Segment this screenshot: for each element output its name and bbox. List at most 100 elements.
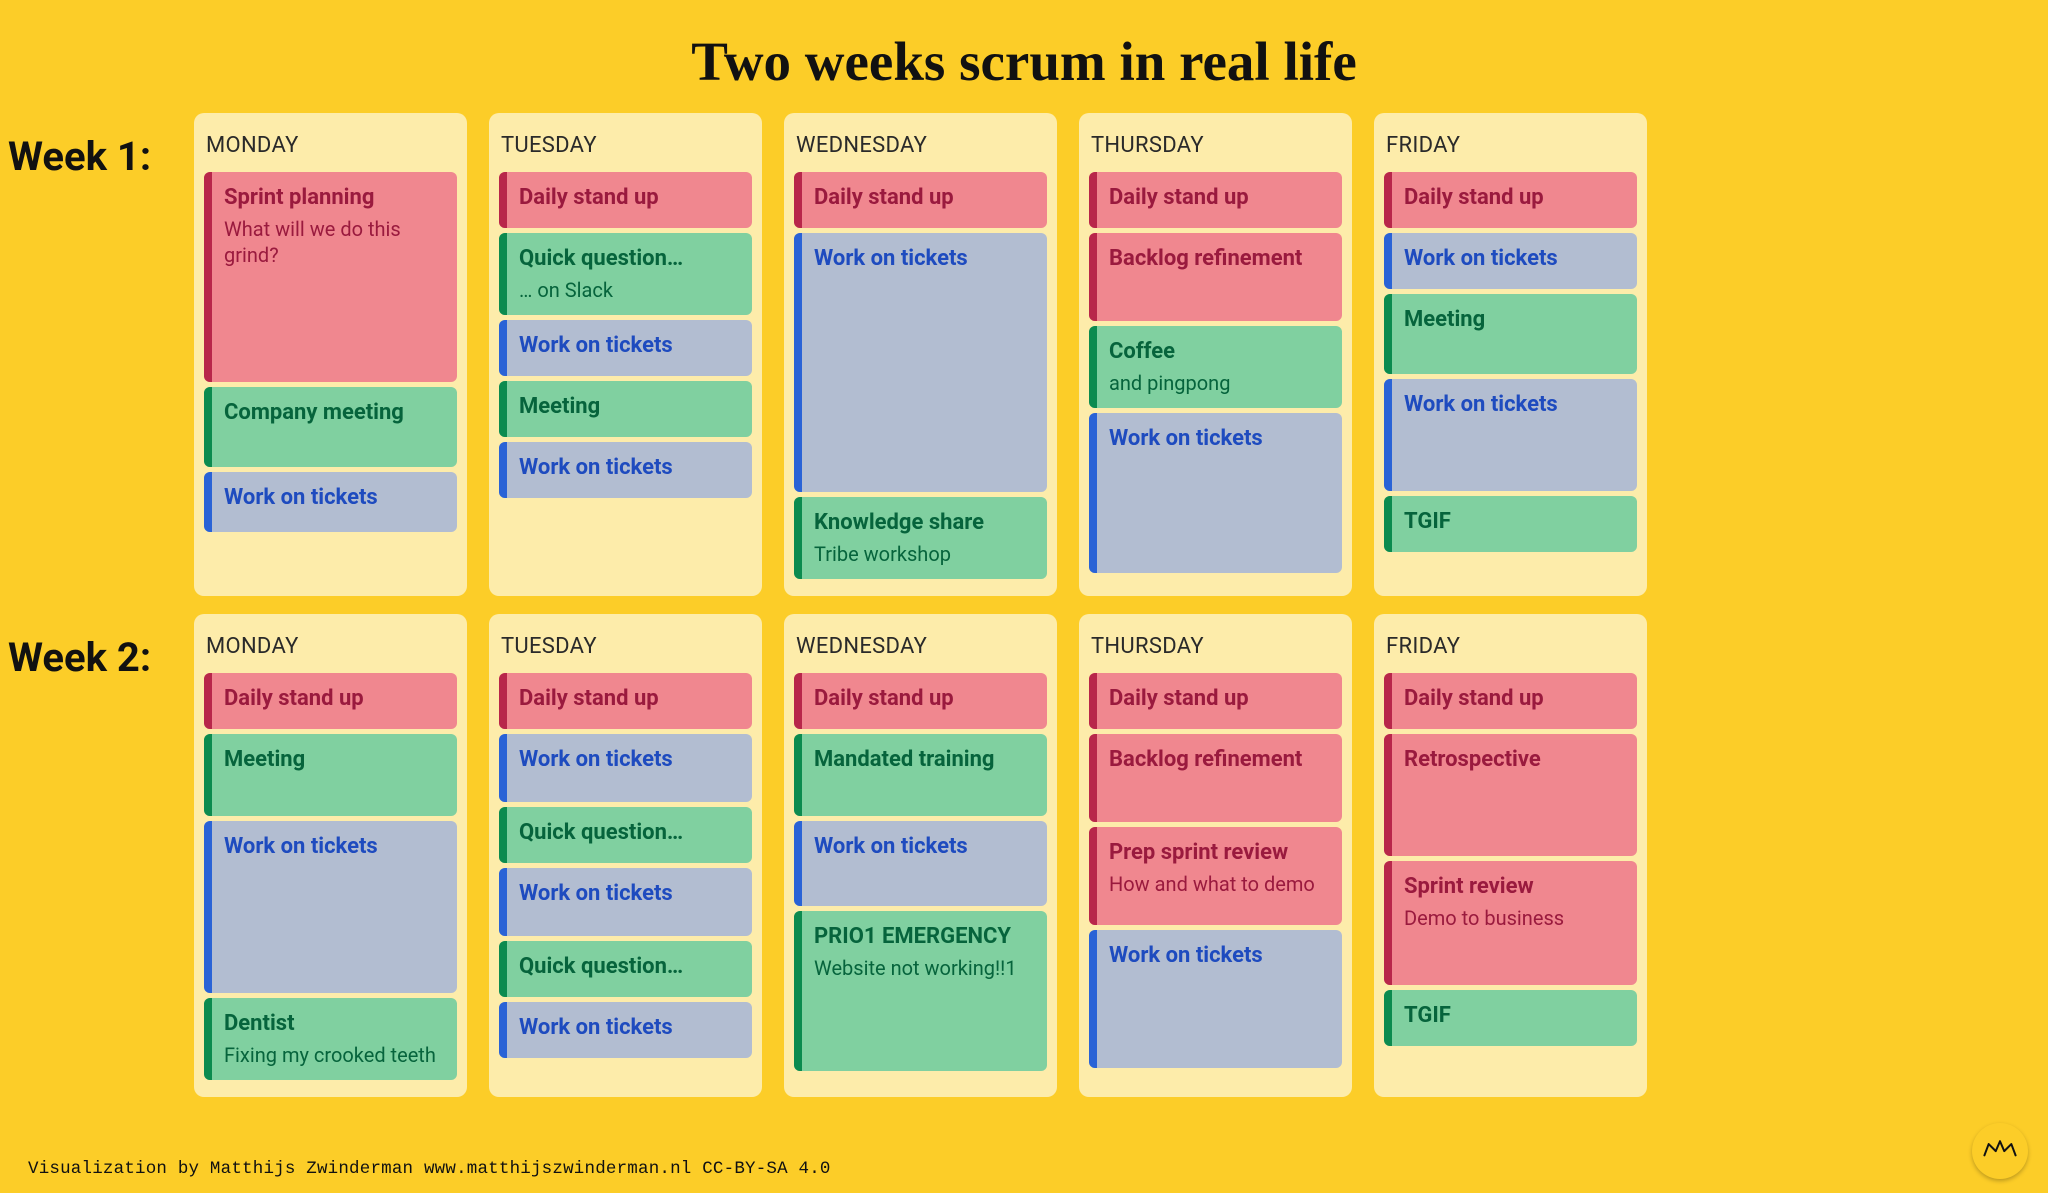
card-accent [794, 911, 802, 1071]
card-title: Prep sprint review [1109, 839, 1330, 867]
card-title: Work on tickets [519, 332, 740, 360]
week-row: Week 1:MONDAYSprint planningWhat will we… [194, 113, 1934, 596]
card-title: Daily stand up [224, 685, 445, 713]
calendar-card: Work on tickets [794, 821, 1047, 906]
card-accent [1384, 861, 1392, 985]
card-title: Backlog refinement [1109, 746, 1330, 774]
card-accent [794, 497, 802, 579]
card-title: Retrospective [1404, 746, 1625, 774]
card-title: TGIF [1404, 1002, 1625, 1030]
card-title: Work on tickets [1404, 245, 1625, 273]
card-accent [1089, 734, 1097, 822]
card-accent [1384, 673, 1392, 729]
day-column: THURSDAY Daily stand up Backlog refinement… [1079, 614, 1352, 1097]
week-row: Week 2:MONDAYDaily stand upMeetingWork o… [194, 614, 1934, 1097]
day-column: MONDAYSprint planningWhat will we do thi… [194, 113, 467, 596]
card-accent [204, 387, 212, 467]
day-column: WEDNESDAYDaily stand upWork on ticketsKn… [784, 113, 1057, 596]
card-accent [1089, 413, 1097, 573]
calendar-card: Quick question… [499, 807, 752, 863]
calendar-card: Daily stand up [1089, 673, 1342, 729]
card-accent [204, 472, 212, 532]
day-column: MONDAY Daily stand up Meeting Work on ticke… [194, 614, 467, 1097]
calendar-card: Coffeeand pingpong [1089, 326, 1342, 408]
card-accent [794, 734, 802, 816]
calendar-card: Daily stand up [794, 673, 1047, 729]
card-title: Daily stand up [1109, 685, 1330, 713]
calendar-card: Work on tickets [204, 821, 457, 993]
card-subtitle: Demo to business [1404, 905, 1625, 931]
card-accent [1384, 496, 1392, 552]
day-header: MONDAY [204, 123, 457, 172]
card-accent [499, 734, 507, 802]
day-column: FRIDAYDaily stand upRetrospectiveSprint … [1374, 614, 1647, 1097]
card-title: Quick question… [519, 245, 740, 273]
card-accent [499, 868, 507, 936]
card-accent [499, 941, 507, 997]
calendar-card: Work on tickets [794, 233, 1047, 492]
card-title: Work on tickets [1404, 391, 1625, 419]
calendar-card: Daily stand up [1384, 673, 1637, 729]
card-accent [499, 1002, 507, 1058]
card-accent [499, 807, 507, 863]
card-accent [1384, 294, 1392, 374]
calendar-card: Work on tickets [499, 734, 752, 802]
card-accent [1089, 326, 1097, 408]
card-accent [794, 233, 802, 492]
card-subtitle: Website not working!!1 [814, 955, 1035, 981]
card-accent [1384, 990, 1392, 1046]
day-header: WEDNESDAY [794, 624, 1047, 673]
calendar-card: Retrospective [1384, 734, 1637, 856]
card-accent [1384, 379, 1392, 491]
card-accent [1089, 827, 1097, 925]
card-title: Backlog refinement [1109, 245, 1330, 273]
day-header: FRIDAY [1384, 123, 1637, 172]
week-label: Week 2: [8, 614, 194, 681]
calendar-card: Sprint reviewDemo to business [1384, 861, 1637, 985]
card-subtitle: How and what to demo [1109, 871, 1330, 897]
card-accent [1089, 930, 1097, 1068]
card-title: Work on tickets [1109, 942, 1330, 970]
calendar-card: Work on tickets [499, 868, 752, 936]
card-title: Meeting [224, 746, 445, 774]
card-accent [499, 442, 507, 498]
card-accent [794, 172, 802, 228]
card-title: Work on tickets [814, 245, 1035, 273]
card-title: Work on tickets [519, 1014, 740, 1042]
card-subtitle: Fixing my crooked teeth [224, 1042, 445, 1068]
card-accent [204, 821, 212, 993]
calendar-card: TGIF [1384, 496, 1637, 552]
card-accent [499, 673, 507, 729]
card-accent [794, 821, 802, 906]
card-title: Work on tickets [519, 746, 740, 774]
calendar-card: DentistFixing my crooked teeth [204, 998, 457, 1080]
day-column: TUESDAYDaily stand upWork on ticketsQuic… [489, 614, 762, 1097]
page-title: Two weeks scrum in real life [0, 0, 2048, 113]
day-header: WEDNESDAY [794, 123, 1047, 172]
card-title: TGIF [1404, 508, 1625, 536]
calendar-card: Daily stand up [1384, 172, 1637, 228]
calendar-card: Work on tickets [499, 320, 752, 376]
card-subtitle: and pingpong [1109, 370, 1330, 396]
day-header: MONDAY [204, 624, 457, 673]
credit-line: Visualization by Matthijs Zwinderman www… [28, 1159, 831, 1179]
calendar-card: Work on tickets [204, 472, 457, 532]
card-accent [204, 673, 212, 729]
calendar-card: Daily stand up [204, 673, 457, 729]
calendar-card: Daily stand up [1089, 172, 1342, 228]
crown-icon [1983, 1139, 2017, 1163]
card-accent [499, 233, 507, 315]
card-title: Work on tickets [814, 833, 1035, 861]
day-column: WEDNESDAYDaily stand upMandated training… [784, 614, 1057, 1097]
card-title: Company meeting [224, 399, 445, 427]
card-accent [1384, 233, 1392, 289]
calendar-card: Knowledge shareTribe workshop [794, 497, 1047, 579]
day-column: TUESDAYDaily stand upQuick question…… on… [489, 113, 762, 596]
calendar-card: Meeting [1384, 294, 1637, 374]
calendar-card: Daily stand up [499, 673, 752, 729]
scrum-board: Week 1:MONDAYSprint planningWhat will we… [194, 113, 1934, 1097]
calendar-card: Backlog refinement [1089, 233, 1342, 321]
calendar-card: Daily stand up [499, 172, 752, 228]
card-title: Knowledge share [814, 509, 1035, 537]
day-header: THURSDAY [1089, 624, 1342, 673]
